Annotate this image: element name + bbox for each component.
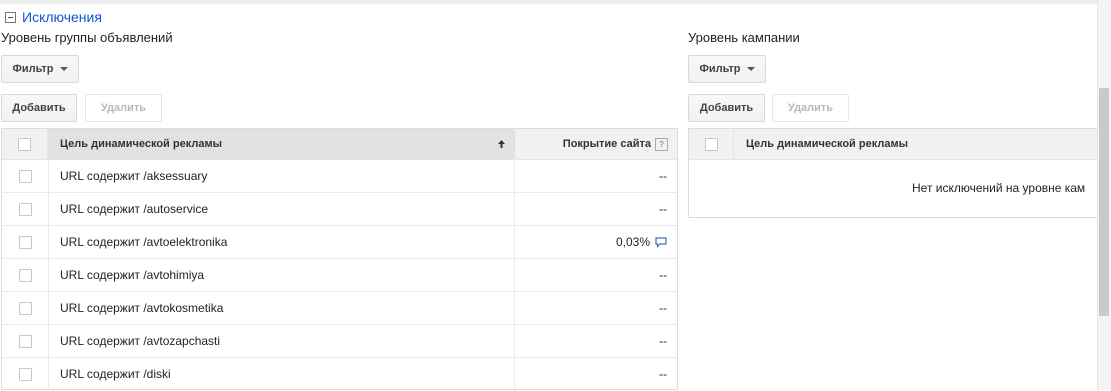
coverage-column-header[interactable]: Покрытие сайта ?	[515, 129, 677, 159]
filter-button[interactable]: Фильтр	[1, 55, 79, 83]
row-checkbox[interactable]	[18, 268, 32, 282]
coverage-cell: 0,03%	[515, 226, 677, 258]
row-checkbox-cell	[2, 325, 48, 357]
ad-group-exclusions-table: Цель динамической рекламы Покрытие сайта…	[1, 128, 678, 390]
campaign-select-all-cell	[689, 129, 734, 159]
row-checkbox[interactable]	[18, 334, 32, 348]
scrollbar-thumb[interactable]	[1099, 88, 1109, 316]
filter-button-label: Фильтр	[12, 63, 54, 75]
row-checkbox[interactable]	[18, 169, 32, 183]
delete-button[interactable]: Удалить	[85, 94, 162, 122]
campaign-add-button-label: Добавить	[699, 102, 754, 114]
campaign-filter-button-label: Фильтр	[699, 63, 741, 75]
empty-message: Нет исключений на уровне кам	[912, 181, 1086, 195]
question-icon[interactable]: ?	[655, 137, 668, 151]
target-cell: URL содержит /autoservice	[60, 202, 209, 216]
row-checkbox[interactable]	[18, 301, 32, 315]
arrow-up-icon	[498, 140, 505, 148]
campaign-table-header: Цель динамической рекламы	[689, 129, 1097, 160]
target-cell: URL содержит /avtohimiya	[60, 268, 205, 282]
target-cell: URL содержит /avtozapchasti	[60, 334, 221, 348]
exclusions-header[interactable]: Исключения	[5, 9, 102, 25]
row-checkbox-cell	[2, 160, 48, 192]
table-row[interactable]: URL содержит /avtokosmetika --	[2, 292, 677, 325]
campaign-add-button[interactable]: Добавить	[688, 94, 765, 122]
ad-group-level-label: Уровень группы объявлений	[1, 30, 173, 45]
row-checkbox-cell	[2, 259, 48, 291]
target-cell: URL содержит /diski	[60, 367, 171, 381]
delete-button-label: Удалить	[100, 102, 147, 114]
coverage-cell: --	[659, 334, 667, 348]
table-row[interactable]: URL содержит /avtohimiya --	[2, 259, 677, 292]
caret-down-icon	[59, 67, 68, 71]
row-checkbox-cell	[2, 292, 48, 324]
campaign-exclusions-table: Цель динамической рекламы Нет исключений…	[688, 128, 1097, 218]
campaign-level-label: Уровень кампании	[688, 30, 800, 45]
target-column-header[interactable]: Цель динамической рекламы	[48, 129, 515, 159]
target-column-label: Цель динамической рекламы	[60, 138, 222, 150]
add-button-label: Добавить	[12, 102, 66, 114]
row-checkbox-cell	[2, 193, 48, 225]
target-cell: URL содержит /avtokosmetika	[60, 301, 224, 315]
collapse-icon[interactable]	[5, 11, 16, 23]
target-cell: URL содержит /aksessuary	[60, 169, 208, 183]
select-all-cell	[2, 129, 48, 159]
coverage-column-label: Покрытие сайта	[562, 138, 651, 150]
coverage-value: 0,03%	[615, 235, 650, 249]
table-row[interactable]: URL содержит /diski --	[2, 358, 677, 391]
speech-bubble-icon[interactable]	[655, 236, 667, 248]
select-all-checkbox[interactable]	[18, 137, 31, 151]
campaign-filter-button[interactable]: Фильтр	[688, 55, 766, 83]
campaign-delete-button-label: Удалить	[787, 102, 834, 114]
campaign-select-all-checkbox[interactable]	[704, 137, 718, 151]
table-row[interactable]: URL содержит /autoservice --	[2, 193, 677, 226]
coverage-cell: --	[659, 301, 667, 315]
table-header: Цель динамической рекламы Покрытие сайта…	[2, 129, 677, 160]
row-checkbox[interactable]	[18, 367, 32, 381]
caret-down-icon	[746, 67, 755, 71]
table-row[interactable]: URL содержит /avtozapchasti --	[2, 325, 677, 358]
row-checkbox[interactable]	[18, 202, 32, 216]
table-row[interactable]: URL содержит /aksessuary --	[2, 160, 677, 193]
coverage-cell: --	[659, 202, 667, 216]
campaign-target-column-label: Цель динамической рекламы	[746, 138, 908, 150]
target-cell: URL содержит /avtoelektronika	[60, 235, 228, 249]
coverage-cell: --	[659, 268, 667, 282]
campaign-delete-button[interactable]: Удалить	[772, 94, 849, 122]
row-checkbox[interactable]	[18, 235, 32, 249]
coverage-cell: --	[659, 367, 667, 381]
coverage-cell: --	[659, 169, 667, 183]
campaign-target-column-header[interactable]: Цель динамической рекламы	[734, 129, 1096, 159]
top-divider	[0, 0, 1097, 4]
row-checkbox-cell	[2, 226, 48, 258]
table-row[interactable]: URL содержит /avtoelektronika 0,03%	[2, 226, 677, 259]
section-title[interactable]: Исключения	[22, 9, 102, 25]
row-checkbox-cell	[2, 358, 48, 390]
add-button[interactable]: Добавить	[1, 94, 77, 122]
